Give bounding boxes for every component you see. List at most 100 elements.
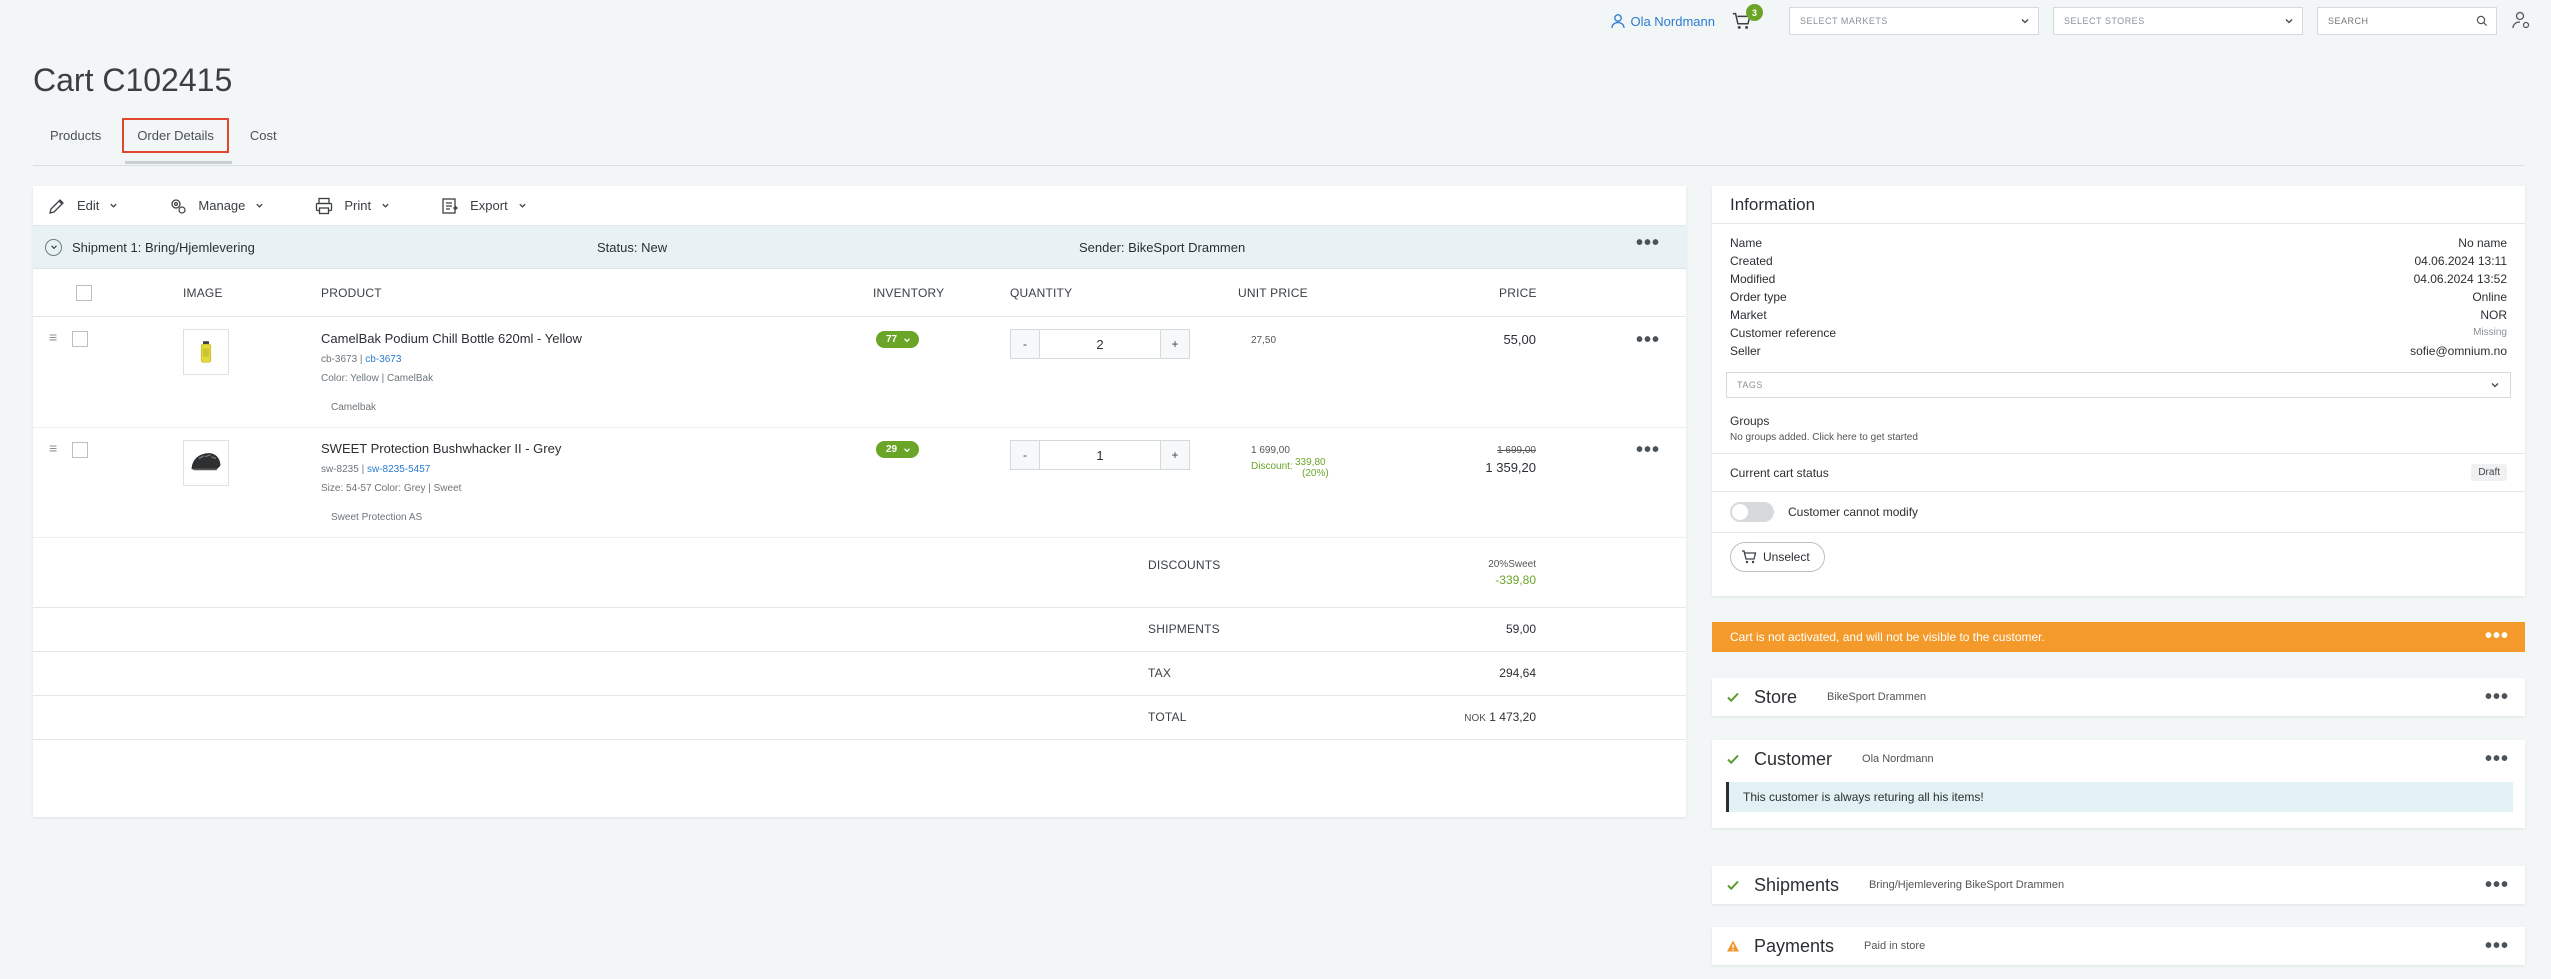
- chevron-down-icon: [110, 203, 118, 208]
- tab-products[interactable]: Products: [33, 118, 118, 153]
- row-more-menu[interactable]: •••: [1636, 330, 1660, 350]
- order-panel: Edit Manage Print Export Shipment 1: Bri…: [33, 186, 1686, 817]
- user-icon: [1611, 14, 1626, 29]
- printer-icon: [316, 197, 333, 214]
- chevron-down-icon: [2491, 383, 2499, 388]
- select-all-checkbox[interactable]: [76, 284, 92, 301]
- cart-count-badge: 3: [1746, 4, 1763, 21]
- row-checkbox[interactable]: [72, 442, 88, 458]
- chevron-down-icon: [382, 203, 389, 208]
- quantity-decrement-button[interactable]: -: [1011, 330, 1039, 358]
- info-value: 04.06.2024 13:52: [2413, 272, 2507, 286]
- shipment-sender: Sender: BikeSport Drammen: [1079, 239, 1246, 255]
- drag-handle-icon[interactable]: ≡: [49, 329, 57, 345]
- row-checkbox[interactable]: [72, 331, 88, 347]
- col-price: PRICE: [1499, 285, 1537, 300]
- manage-menu-button[interactable]: Manage: [168, 196, 264, 216]
- store-card-header[interactable]: Store BikeSport Drammen •••: [1712, 678, 2525, 716]
- summary-shipments-row: SHIPMENTS 59,00: [33, 608, 1686, 652]
- manage-label: Manage: [198, 198, 246, 213]
- tab-cost[interactable]: Cost: [233, 118, 294, 153]
- customer-more-menu[interactable]: •••: [2485, 749, 2509, 769]
- tab-active-indicator: [125, 161, 232, 164]
- total-currency: NOK: [1464, 713, 1486, 724]
- print-label: Print: [344, 198, 372, 213]
- account-settings-icon: [2512, 11, 2530, 28]
- col-inventory: INVENTORY: [873, 285, 945, 300]
- alert-more-menu[interactable]: •••: [2485, 626, 2509, 646]
- information-panel: Information Name No name Created 04.06.202…: [1712, 186, 2525, 596]
- drag-handle-icon[interactable]: ≡: [49, 440, 57, 456]
- cart-button[interactable]: 3: [1729, 4, 1763, 34]
- customer-card-header[interactable]: Customer Ola Nordmann •••: [1712, 740, 2525, 778]
- customer-cannot-modify-toggle[interactable]: [1730, 502, 1774, 522]
- water-bottle-image: [200, 341, 212, 363]
- inventory-badge[interactable]: 77: [876, 331, 920, 348]
- chevron-down-icon: [2021, 19, 2029, 24]
- shipment-status: Status: New: [597, 239, 668, 255]
- top-bar: Ola Nordmann 3 SELECT MARKETS SELECT STO…: [1610, 4, 2531, 36]
- check-icon: [1727, 692, 1739, 703]
- row-more-menu[interactable]: •••: [1636, 440, 1660, 460]
- shipments-card-header[interactable]: Shipments Bring/Hjemlevering BikeSport D…: [1712, 866, 2525, 904]
- user-link[interactable]: Ola Nordmann: [1610, 13, 1715, 29]
- sku-code: sw-8235: [321, 464, 359, 475]
- tax-total: 294,64: [1499, 666, 1536, 680]
- shipment-collapse-toggle[interactable]: [45, 238, 62, 256]
- info-key: Order type: [1730, 290, 1787, 304]
- sku-link[interactable]: cb-3673: [365, 354, 401, 365]
- inventory-count: 77: [886, 334, 898, 345]
- shipments-more-menu[interactable]: •••: [2485, 875, 2509, 895]
- warning-icon: [1727, 940, 1739, 952]
- select-stores[interactable]: SELECT STORES: [2053, 7, 2303, 35]
- col-image: IMAGE: [183, 285, 223, 300]
- tab-divider: [33, 165, 2524, 166]
- unselect-button[interactable]: Unselect: [1730, 542, 1825, 572]
- tax-label: TAX: [1148, 666, 1172, 680]
- account-menu[interactable]: [2511, 10, 2531, 33]
- product-attributes: Size: 54-57 Color: Grey | Sweet: [321, 483, 462, 494]
- sku-link[interactable]: sw-8235-5457: [367, 464, 430, 475]
- cart-not-activated-alert: Cart is not activated, and will not be v…: [1712, 622, 2525, 652]
- payments-card-header[interactable]: Payments Paid in store •••: [1712, 927, 2525, 965]
- export-menu-button[interactable]: Export: [440, 196, 527, 216]
- info-key: Name: [1730, 236, 1763, 250]
- chevron-down-icon: [2285, 19, 2293, 24]
- col-product: PRODUCT: [321, 285, 382, 300]
- edit-menu-button[interactable]: Edit: [47, 196, 118, 216]
- unit-price: 1 699,00: [1251, 445, 1290, 456]
- information-list: Name No name Created 04.06.2024 13:11 Modi…: [1712, 224, 2525, 360]
- shipment-more-menu[interactable]: •••: [1636, 233, 1660, 253]
- inventory-badge[interactable]: 29: [876, 441, 920, 458]
- export-icon: [442, 197, 458, 214]
- product-brand: Camelbak: [331, 402, 377, 413]
- quantity-decrement-button[interactable]: -: [1011, 441, 1039, 469]
- store-card: Store BikeSport Drammen •••: [1712, 678, 2525, 716]
- store-more-menu[interactable]: •••: [2485, 687, 2509, 707]
- tags-select[interactable]: TAGS: [1726, 372, 2511, 398]
- order-total: NOK 1 473,20: [1464, 710, 1536, 724]
- total-amount: 1 473,20: [1489, 710, 1536, 724]
- tab-order-details[interactable]: Order Details: [122, 118, 229, 153]
- info-row-market: Market NOR: [1730, 306, 2507, 324]
- quantity-increment-button[interactable]: +: [1161, 441, 1189, 469]
- search-icon[interactable]: [2476, 15, 2488, 27]
- quantity-increment-button[interactable]: +: [1161, 330, 1189, 358]
- print-menu-button[interactable]: Print: [314, 196, 390, 216]
- info-value: sofie@omnium.no: [2410, 344, 2507, 358]
- payments-more-menu[interactable]: •••: [2485, 936, 2509, 956]
- search-input[interactable]: [2328, 16, 2458, 26]
- select-markets[interactable]: SELECT MARKETS: [1789, 7, 2039, 35]
- product-image: [183, 329, 229, 375]
- customer-name: Ola Nordmann: [1862, 753, 1934, 765]
- product-name[interactable]: SWEET Protection Bushwhacker II - Grey: [321, 441, 561, 456]
- quantity-value[interactable]: 2: [1039, 330, 1161, 358]
- product-name[interactable]: CamelBak Podium Chill Bottle 620ml - Yel…: [321, 331, 582, 346]
- quantity-value[interactable]: 1: [1039, 441, 1161, 469]
- line-price: 55,00: [1503, 332, 1536, 347]
- discount-total: -339,80: [1495, 573, 1536, 587]
- tags-placeholder: TAGS: [1737, 380, 1763, 390]
- page-title: Cart C102415: [33, 62, 233, 98]
- groups-section[interactable]: Groups No groups added. Click here to ge…: [1712, 414, 2525, 454]
- chevron-down-icon: [519, 203, 526, 208]
